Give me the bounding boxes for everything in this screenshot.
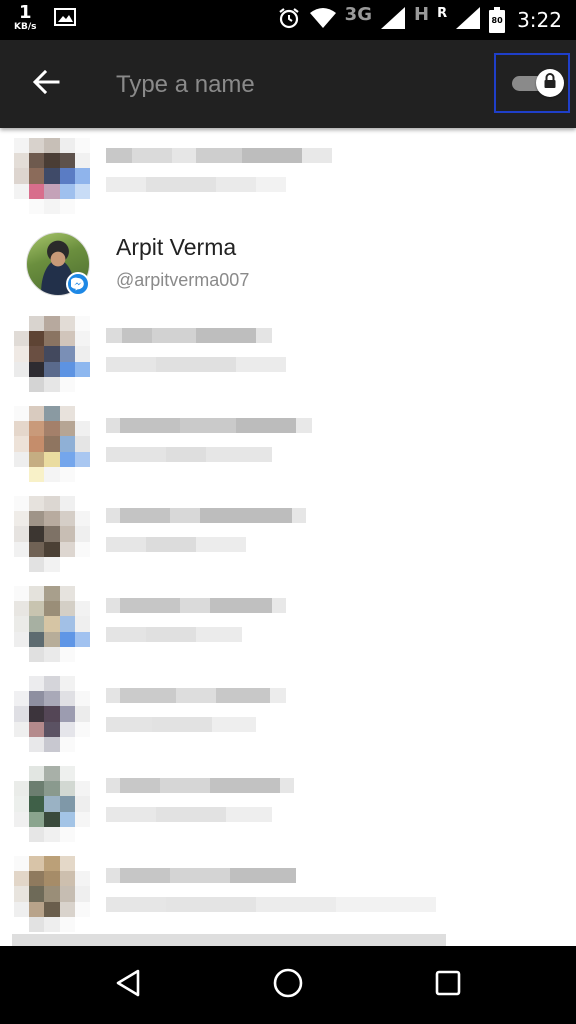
home-circle-icon [272, 967, 304, 1004]
name-text [106, 418, 312, 476]
avatar [14, 138, 90, 214]
gallery-icon [54, 8, 77, 31]
status-right: 3G H R 80 3:22 [269, 0, 562, 40]
network-3g-label: 3G [344, 3, 372, 25]
status-left: 1 KB/s [14, 4, 77, 32]
navigation-bar [0, 946, 576, 1024]
network-h-label: H [413, 3, 430, 25]
name-text [106, 688, 286, 746]
list-bottom-divider [12, 934, 446, 946]
net-speed-value: 1 [18, 2, 32, 23]
lock-icon [543, 72, 557, 94]
battery-icon: 80 [489, 7, 506, 33]
list-item[interactable] [0, 136, 576, 226]
list-item[interactable] [0, 496, 576, 586]
contact-list: Arpit Verma @arpitverma007 [0, 128, 576, 946]
list-item[interactable] [0, 676, 576, 766]
list-item[interactable] [0, 406, 576, 496]
top-app-bar [0, 40, 576, 128]
avatar [14, 766, 90, 842]
back-button[interactable] [26, 64, 66, 104]
status-time: 3:22 [517, 8, 562, 32]
secret-conversation-toggle[interactable] [494, 53, 570, 113]
net-speed-indicator: 1 KB/s [14, 4, 36, 32]
list-item[interactable] [0, 316, 576, 406]
status-bar: 1 KB/s 3G H R 80 3:22 [0, 0, 576, 40]
name-text [106, 598, 286, 656]
list-item[interactable] [0, 766, 576, 856]
net-speed-unit: KB/s [14, 22, 37, 32]
battery-level: 80 [491, 16, 503, 25]
recents-square-icon [434, 969, 462, 1002]
avatar [14, 316, 90, 392]
name-text [106, 328, 286, 386]
arrow-back-icon [32, 68, 60, 101]
avatar [14, 496, 90, 572]
back-triangle-icon [114, 968, 142, 1003]
avatar [14, 676, 90, 752]
name-text [106, 148, 332, 206]
messenger-icon [66, 272, 90, 296]
name-text [106, 868, 436, 926]
avatar [26, 232, 90, 296]
list-item[interactable] [0, 856, 576, 946]
wifi-icon [309, 7, 337, 34]
contact-name: Arpit Verma [116, 234, 237, 260]
roaming-label: R [437, 5, 448, 21]
list-item[interactable] [0, 586, 576, 676]
toggle-thumb [536, 69, 564, 97]
avatar [14, 406, 90, 482]
nav-back-button[interactable] [108, 965, 148, 1005]
avatar [14, 856, 90, 932]
alarm-icon [277, 6, 301, 35]
name-text [106, 778, 294, 836]
contact-handle: @arpitverma007 [116, 270, 250, 290]
name-text [106, 508, 306, 566]
nav-home-button[interactable] [268, 965, 308, 1005]
signal-icon [380, 6, 406, 35]
nav-recents-button[interactable] [428, 965, 468, 1005]
signal-icon-2 [455, 6, 481, 35]
name-search-input[interactable] [114, 64, 478, 106]
list-item-arpit-verma[interactable] [0, 224, 576, 314]
avatar [14, 586, 90, 662]
